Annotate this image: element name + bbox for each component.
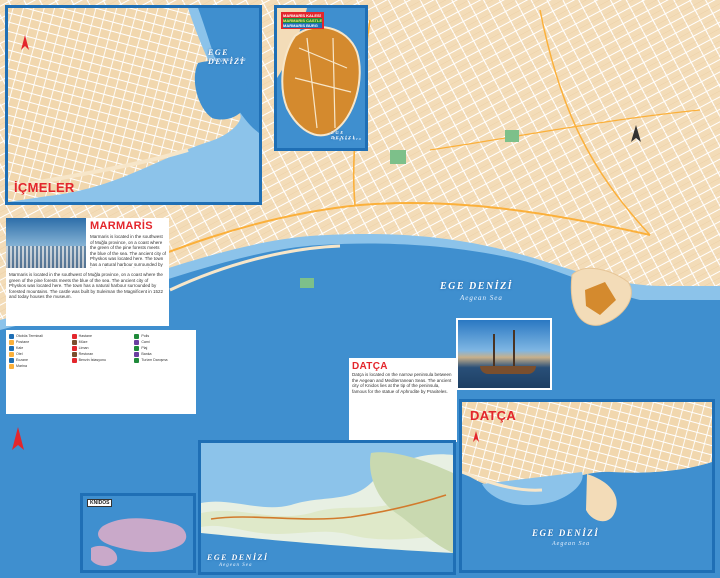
legend-label: Otobüs Terminali [16, 334, 43, 338]
main-sea-label: EGE DENİZİ [440, 281, 514, 292]
legend-symbol-icon [71, 345, 77, 351]
knidos-map [91, 518, 187, 566]
legend-label: Plaj [141, 346, 148, 350]
park [390, 150, 406, 164]
north-arrow-icon [473, 431, 479, 442]
knidos-title: KNİDOS [87, 499, 113, 507]
legend-symbol-icon [9, 339, 14, 345]
castle-map [277, 8, 361, 137]
legend-label: Postane [16, 340, 30, 344]
knidos-inset[interactable]: KNİDOS [80, 493, 196, 573]
legend-label: Eczane [16, 358, 28, 362]
legend-label: Cami [141, 340, 150, 344]
marmaris-photo [6, 218, 86, 268]
castle-legend: MARMARİS KALESİ MARMARIS CASTLE MARMARIS… [281, 12, 325, 29]
legend-label: Marina [16, 364, 27, 368]
legend-label: Müze [78, 340, 88, 344]
icmeler-map [8, 8, 259, 202]
marmaris-title: MARMARİS [90, 220, 153, 232]
datca-inset[interactable]: DATÇA EGE DENİZİ Aegean Sea [459, 399, 715, 573]
legend-item: Benzin İstasyonu [71, 357, 131, 363]
legend-symbol-icon [134, 357, 140, 363]
icmeler-sea-sublabel: Aegean Sea [213, 58, 247, 63]
north-arrow-icon [12, 427, 24, 450]
peninsula-inset[interactable]: EGE DENİZİ Aegean Sea [198, 440, 456, 575]
harbour-photo [456, 318, 552, 390]
datca-info-text: Datça is located on the narrow peninsula… [352, 372, 452, 394]
park [300, 278, 314, 288]
north-arrow-icon [631, 125, 641, 142]
datca-info-box: DATÇA Datça is located on the narrow pen… [349, 358, 457, 442]
legend-symbol-icon [134, 339, 140, 345]
legend-label: Restoran [78, 352, 94, 356]
legend-label: Turizm Danışma [141, 358, 168, 362]
peninsula-sea-label: EGE DENİZİ [207, 553, 269, 562]
park [505, 130, 519, 142]
legend-symbol-icon [71, 339, 77, 345]
legend-label: Kale [16, 346, 24, 350]
castle-inset[interactable]: MARMARİS KALESİ MARMARIS CASTLE MARMARIS… [274, 5, 368, 151]
icmeler-title: İÇMELER [14, 180, 75, 195]
castle-sea-sublabel: Aegean Sea [333, 136, 362, 141]
main-sea-sublabel: Aegean Sea [460, 294, 503, 302]
north-arrow-icon [21, 35, 29, 50]
legend-label: Banka [141, 352, 152, 356]
legend-symbol-icon [71, 357, 77, 363]
legend-symbol-icon [9, 363, 14, 369]
peninsula-sea-sublabel: Aegean Sea [219, 563, 253, 568]
legend-symbol-icon [134, 333, 140, 339]
legend-symbol-icon [71, 351, 77, 357]
legend-label: Benzin İstasyonu [78, 358, 107, 362]
datca-title: DATÇA [470, 408, 517, 423]
marmaris-text: Marmaris is located in the southwest of … [90, 234, 166, 268]
legend-symbol-icon [9, 333, 14, 339]
castle-legend-de: MARMARIS BURG [283, 23, 323, 28]
legend-item: Turizm Danışma [134, 357, 193, 363]
legend-symbol-icon [9, 351, 14, 357]
marmaris-info-box: MARMARİS Marmaris is located in the sout… [6, 218, 169, 326]
datca-sea-label: EGE DENİZİ [532, 528, 600, 538]
legend-symbol-icon [134, 345, 140, 351]
legend-symbol-icon [134, 351, 140, 357]
legend-item: Marina [9, 363, 68, 369]
icmeler-inset[interactable]: İÇMELER EGE DENİZİ Aegean Sea [5, 5, 262, 205]
legend-symbol-icon [9, 345, 14, 351]
marmaris-text-more: Marmaris is located in the southwest of … [9, 272, 164, 299]
icmeler-sea-label: EGE DENİZİ [208, 48, 246, 66]
map-page: EGE DENİZİ Aegean Sea İÇMELER EGE DENİZİ… [0, 0, 720, 578]
datca-sea-sublabel: Aegean Sea [552, 541, 591, 547]
legend-label: Otel [16, 352, 23, 356]
legend-label: Liman [78, 346, 89, 350]
datca-info-title: DATÇA [352, 361, 388, 372]
legend-symbol-icon [71, 333, 77, 339]
legend-symbol-icon [9, 357, 14, 363]
map-legend: Otobüs Terminali Hastane Polis Postane Müze C… [6, 330, 196, 414]
legend-label: Polis [141, 334, 150, 338]
legend-label: Hastane [78, 334, 93, 338]
